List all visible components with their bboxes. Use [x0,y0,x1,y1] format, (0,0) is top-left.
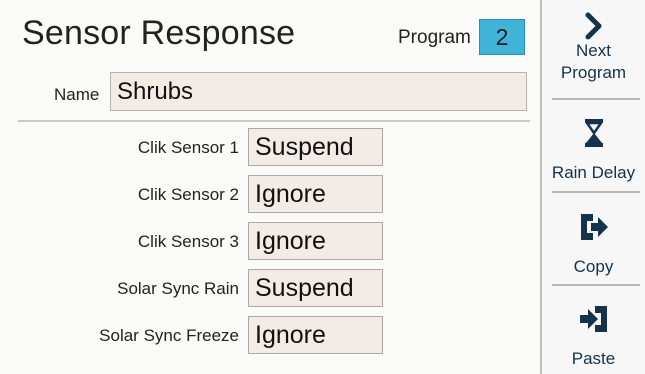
copy-button[interactable]: Copy [542,212,645,278]
next-program-button[interactable]: Next Program [542,12,645,84]
rain-delay-label: Rain Delay [551,163,636,182]
program-label: Program [398,27,471,48]
sensor-label-clik-2: Clik Sensor 2 [137,185,239,204]
sensor-value-clik-2[interactable]: Ignore [248,175,383,213]
hourglass-icon [584,119,603,147]
sensor-value-solar-freeze[interactable]: Ignore [248,316,383,354]
name-field[interactable]: Shrubs [110,72,527,111]
sensor-value-clik-3[interactable]: Ignore [248,222,383,260]
paste-button[interactable]: Paste [542,304,645,370]
divider [18,120,530,122]
sensor-label-clik-1: Clik Sensor 1 [137,138,239,157]
name-label: Name [54,85,100,104]
sensor-label-solar-rain: Solar Sync Rain [117,279,239,298]
program-number-field[interactable]: 2 [479,19,525,55]
sensor-response-screen: Sensor Response Program 2 Name Shrubs Cl… [0,0,645,374]
chevron-right-icon [585,12,601,40]
paste-arrow-icon [579,306,607,332]
copy-arrow-icon [580,214,608,240]
sidebar-divider [552,191,640,193]
page-title: Sensor Response [22,14,296,52]
sidebar-divider [552,284,640,286]
next-program-label-line1: Next [576,41,611,60]
copy-label: Copy [573,257,614,276]
rain-delay-button[interactable]: Rain Delay [542,118,645,184]
sensor-label-solar-freeze: Solar Sync Freeze [99,326,239,345]
sidebar: Next Program Rain Delay Copy Paste [542,0,645,374]
sidebar-divider [552,98,640,100]
sensor-value-clik-1[interactable]: Suspend [248,128,383,166]
paste-label: Paste [571,349,616,368]
main-panel: Sensor Response Program 2 Name Shrubs Cl… [0,0,540,374]
sensor-label-clik-3: Clik Sensor 3 [137,232,239,251]
sensor-value-solar-rain[interactable]: Suspend [248,269,383,307]
next-program-label-line2: Program [560,63,627,82]
